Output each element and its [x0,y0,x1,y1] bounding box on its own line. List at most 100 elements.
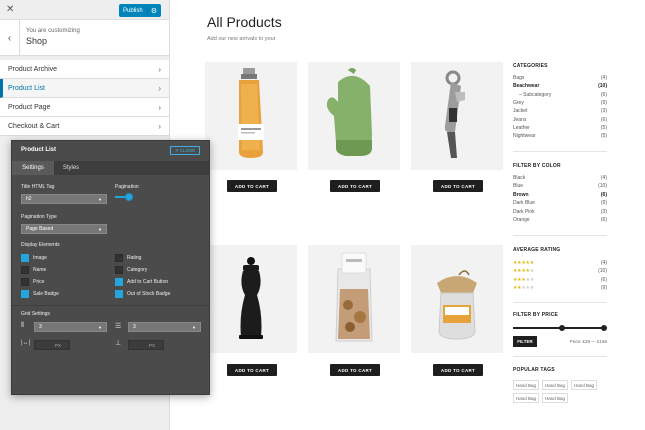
category-item[interactable]: Jeans (6) [513,117,607,123]
customizing-title: Shop [26,36,48,46]
tag-link[interactable]: Hand Bag [542,393,568,403]
price-range-text: Price: £29 — £166 [569,339,607,344]
category-item[interactable]: Leather (5) [513,125,607,131]
checkbox-add-to-cart[interactable] [115,278,123,286]
section-product-archive[interactable]: Product Archive › [0,60,169,79]
section-checkout-cart[interactable]: Checkout & Cart › [0,117,169,136]
add-to-cart-button[interactable]: ADD TO CART [227,364,277,376]
add-to-cart-button[interactable]: ADD TO CART [227,180,277,192]
checkbox-image[interactable] [21,254,29,262]
category-name: Nightwear [513,133,536,139]
rating-count: (4) [600,260,607,266]
category-name: Leather [513,125,530,131]
price-slider-min-handle[interactable] [559,325,565,331]
rating-item[interactable]: ★★★★★ (4) [513,260,607,266]
widget-divider [513,235,607,236]
color-count: (6) [600,192,607,198]
category-item[interactable]: Nightwear (5) [513,133,607,139]
tag-link[interactable]: Hand Bag [513,393,539,403]
product-image-bottle-opener[interactable] [411,62,503,170]
color-item[interactable]: Dark Pink (3) [513,209,607,215]
category-count: (4) [600,75,607,81]
section-product-page[interactable]: Product Page › [0,98,169,117]
checkbox-sale-badge[interactable] [21,290,29,298]
customizing-label: You are customizing [26,28,80,34]
panel-tabs: Settings Styles [12,161,209,175]
tag-link[interactable]: Hand Bag [513,380,539,390]
color-item[interactable]: Blue (10) [513,183,607,189]
filter-button[interactable]: FILTER [513,336,537,347]
category-count: (5) [600,125,607,131]
section-product-list[interactable]: Product List › [0,79,169,98]
add-to-cart-button[interactable]: ADD TO CART [433,180,483,192]
title-tag-select[interactable]: h2 ▼ [21,194,107,204]
category-item[interactable]: Beachwear (10) [513,83,607,89]
checkbox-label: Name [33,267,47,273]
rating-item[interactable]: ★★★★★ (6) [513,277,607,283]
close-icon[interactable]: ✕ [6,5,14,15]
chevron-right-icon: › [158,121,161,131]
checkbox-label: Out of Stock Badge [127,291,171,297]
tag-link[interactable]: Hand Bag [571,380,597,390]
add-to-cart-button[interactable]: ADD TO CART [330,180,380,192]
chevron-right-icon: › [158,64,161,74]
pagination-toggle[interactable] [115,193,133,201]
row-gap-input[interactable]: PX [128,340,164,350]
category-count: (6) [600,92,607,98]
checkbox-name[interactable] [21,266,29,274]
product-image-jam-jar[interactable] [411,245,503,353]
category-count: (6) [600,117,607,123]
display-elements-label: Display Elements [21,242,60,248]
rows-select[interactable]: 3 ▼ [128,322,201,332]
color-count: (9) [600,200,607,206]
column-gap-input[interactable]: PX [34,340,70,350]
category-name: Jeans [513,117,527,123]
checkbox-out-of-stock[interactable] [115,290,123,298]
panel-title: Product List [21,147,57,153]
checkbox-category[interactable] [115,266,123,274]
customizer-topbar: ✕ Publish ⚙ [0,0,169,20]
panel-close-button[interactable]: ✕ CLOSE [170,146,200,155]
category-item[interactable]: – Subcategory (6) [513,92,607,98]
pasta-jar-image [238,68,264,158]
star-rating-icon: ★★★★★ [513,285,534,291]
category-item[interactable]: Grey (9) [513,100,607,106]
checkbox-label: Price [33,279,45,285]
page-title: All Products [207,14,282,30]
product-image-pepper-mill[interactable] [205,245,297,353]
chevron-right-icon: › [158,83,161,93]
price-slider-max-handle[interactable] [601,325,607,331]
category-count: (10) [598,83,607,89]
color-item[interactable]: Dark Blue (9) [513,200,607,206]
add-to-cart-button[interactable]: ADD TO CART [433,364,483,376]
pagination-type-select[interactable]: Page Based ▼ [21,224,107,234]
columns-select[interactable]: 3 ▼ [34,322,107,332]
publish-button[interactable]: Publish ⚙ [119,4,161,17]
tag-link[interactable]: Hand Bag [542,380,568,390]
tab-styles[interactable]: Styles [54,161,88,175]
product-image-cookie-bag[interactable] [308,245,400,353]
horizontal-gap-icon: |↔| [21,340,31,346]
tab-settings[interactable]: Settings [12,161,54,175]
product-image-pasta-jar[interactable] [205,62,297,170]
product-image-oven-mitt[interactable] [308,62,400,170]
checkbox-rating[interactable] [115,254,123,262]
category-item[interactable]: Jacket (3) [513,108,607,114]
gear-icon[interactable]: ⚙ [146,6,157,15]
checkbox-price[interactable] [21,278,29,286]
category-item[interactable]: Bags (4) [513,75,607,81]
rating-item[interactable]: ★★★★★ (9) [513,285,607,291]
color-item[interactable]: Black (4) [513,175,607,181]
color-name: Brown [513,192,529,198]
price-filter-title: FILTER BY PRICE [513,312,559,318]
add-to-cart-button[interactable]: ADD TO CART [330,364,380,376]
category-count: (5) [600,133,607,139]
color-item[interactable]: Brown (6) [513,192,607,198]
rating-item[interactable]: ★★★★★ (10) [513,268,607,274]
color-item[interactable]: Orange (6) [513,217,607,223]
rating-count: (9) [600,285,607,291]
category-name: Grey [513,100,524,106]
chevron-down-icon: ▼ [98,226,102,232]
back-arrow-icon[interactable]: ‹ [0,20,20,56]
pepper-mill-image [239,257,263,339]
